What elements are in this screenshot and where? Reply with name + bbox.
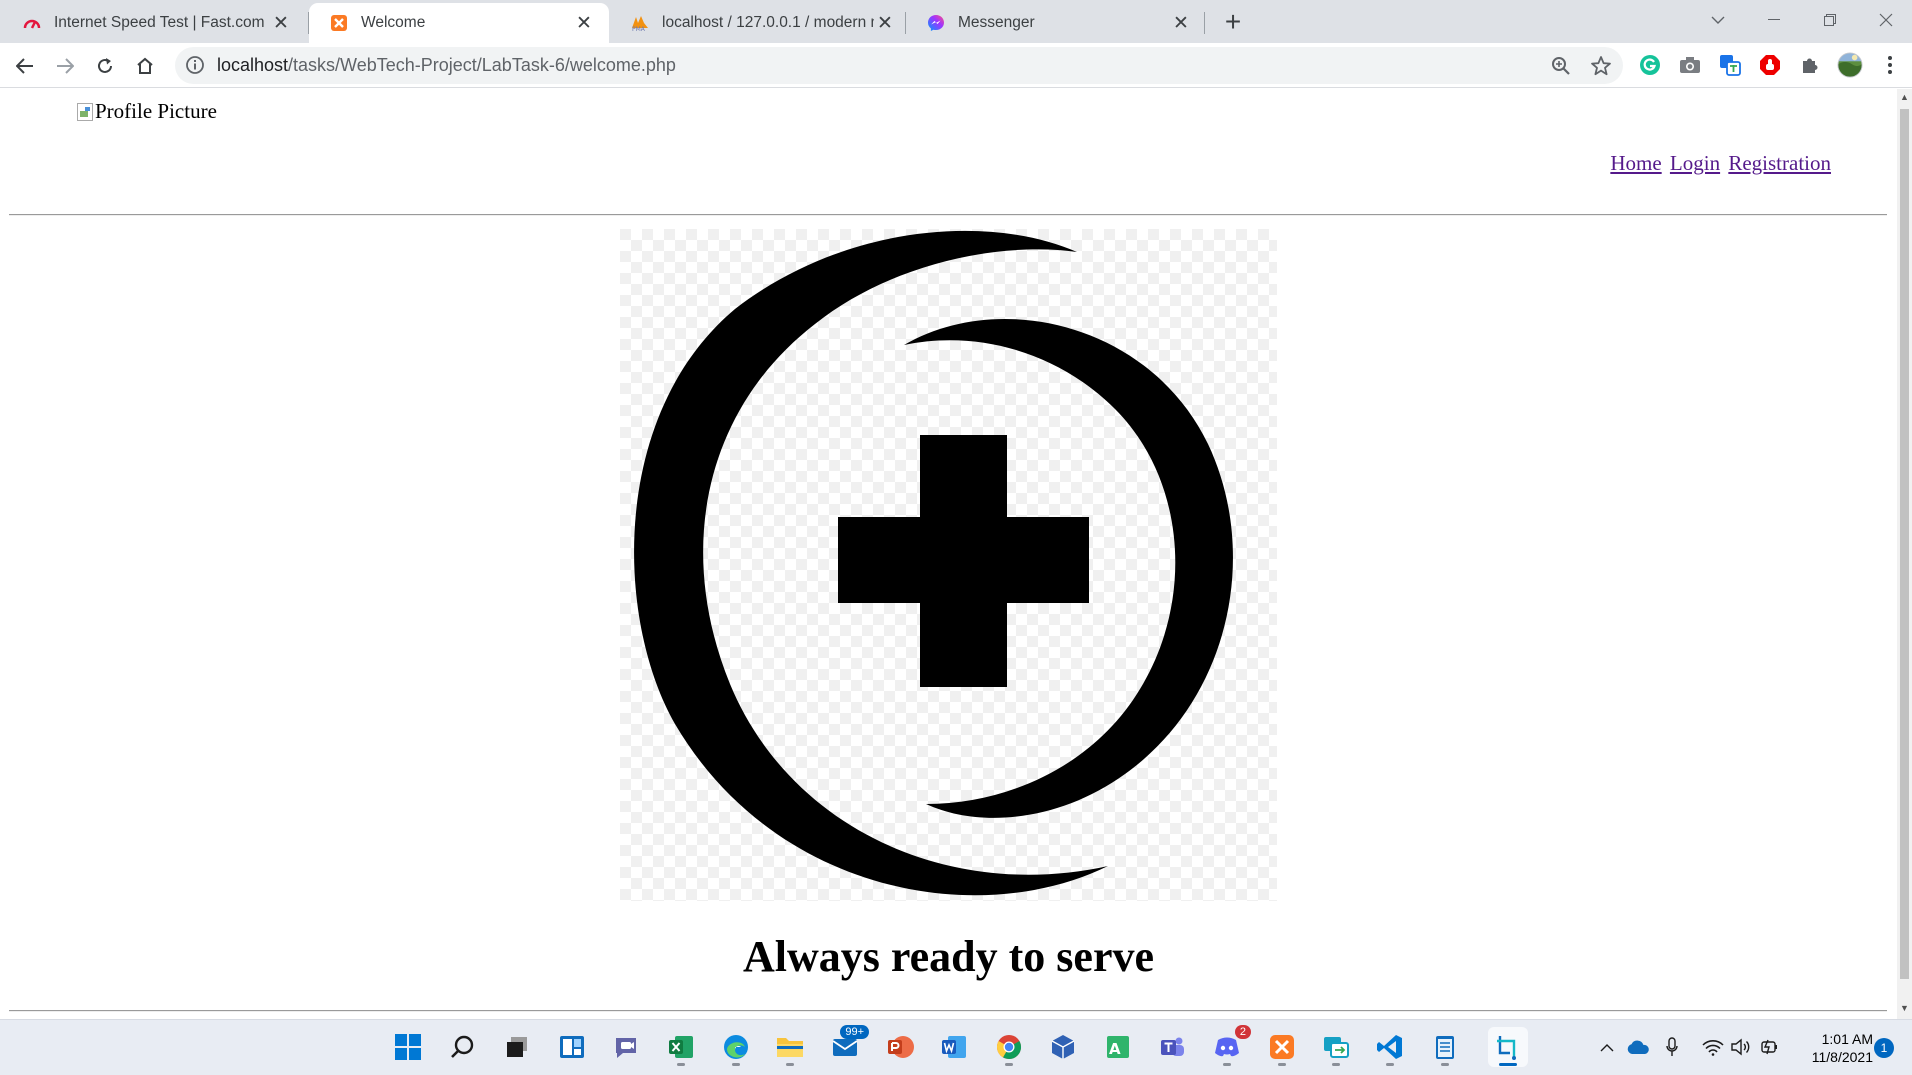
running-indicator	[677, 1063, 685, 1066]
start-windows-icon[interactable]	[388, 1027, 428, 1067]
xampp-icon[interactable]	[1262, 1027, 1302, 1067]
mail-icon[interactable]: 99+	[825, 1025, 869, 1067]
notification-badge[interactable]: 1	[1874, 1038, 1894, 1058]
wifi-icon[interactable]	[1700, 1034, 1726, 1060]
tab-strip: Internet Speed Test | Fast.com ✕ Welcome…	[0, 0, 1912, 43]
search-icon[interactable]	[443, 1027, 483, 1067]
header-divider	[9, 214, 1887, 216]
restore-icon[interactable]	[1802, 4, 1858, 36]
widgets-icon[interactable]	[552, 1027, 592, 1067]
nav-home-link[interactable]: Home	[1610, 151, 1661, 175]
grammarly-icon[interactable]	[1637, 52, 1663, 78]
top-nav: Home Login Registration	[1607, 151, 1831, 176]
footer-divider	[9, 1010, 1887, 1012]
close-icon[interactable]: ✕	[270, 12, 292, 34]
scroll-up-icon[interactable]: ▲	[1900, 93, 1909, 102]
svg-text:A: A	[1109, 1040, 1121, 1058]
edge-icon[interactable]	[716, 1027, 756, 1067]
task-view-icon[interactable]	[497, 1027, 537, 1067]
tab-separator	[1204, 12, 1205, 34]
camera-icon[interactable]	[1677, 52, 1703, 78]
teams-chat-icon[interactable]	[606, 1027, 646, 1067]
android-studio-icon[interactable]: A	[1098, 1027, 1138, 1067]
scroll-down-icon[interactable]: ▼	[1900, 1004, 1909, 1013]
screen-sharing-icon[interactable]	[1316, 1027, 1356, 1067]
browser-toolbar: localhost/tasks/WebTech-Project/LabTask-…	[0, 43, 1912, 88]
running-indicator	[1223, 1063, 1231, 1066]
page-viewport: Profile Picture Home Login Registration	[0, 89, 1897, 1019]
virtualbox-icon[interactable]	[1043, 1027, 1083, 1067]
forward-icon[interactable]	[48, 49, 82, 83]
discord-icon[interactable]: 2	[1207, 1025, 1251, 1067]
volume-icon[interactable]	[1728, 1034, 1754, 1060]
running-indicator	[1332, 1063, 1340, 1066]
show-hidden-icons[interactable]	[1594, 1034, 1620, 1060]
minimize-icon[interactable]	[1746, 4, 1802, 36]
mail-badge: 99+	[840, 1025, 869, 1039]
page-scrollbar[interactable]: ▲ ▼	[1897, 89, 1912, 1019]
back-icon[interactable]	[8, 49, 42, 83]
address-bar[interactable]: localhost/tasks/WebTech-Project/LabTask-…	[175, 47, 1623, 84]
zoom-icon[interactable]	[1550, 55, 1572, 77]
running-indicator	[732, 1063, 740, 1066]
chrome-icon[interactable]	[989, 1027, 1029, 1067]
close-icon[interactable]: ✕	[1170, 12, 1192, 34]
discord-badge: 2	[1234, 1025, 1251, 1039]
tab-phpmyadmin[interactable]: PMA localhost / 127.0.0.1 / modern m ✕	[610, 3, 910, 43]
microphone-icon[interactable]	[1660, 1034, 1684, 1060]
active-indicator	[1499, 1063, 1517, 1066]
bookmark-star-icon[interactable]	[1590, 55, 1612, 77]
snipping-tool-icon[interactable]	[1488, 1027, 1528, 1067]
cross-horizontal-shape	[838, 517, 1089, 603]
tab-welcome[interactable]: Welcome ✕	[309, 3, 609, 43]
teams-icon[interactable]	[1152, 1027, 1192, 1067]
nav-login-link[interactable]: Login	[1670, 151, 1720, 175]
messenger-icon	[926, 13, 946, 33]
translate-icon[interactable]	[1717, 52, 1743, 78]
close-icon[interactable]: ✕	[573, 12, 595, 34]
fast-icon	[22, 13, 42, 33]
scrollbar-thumb[interactable]	[1900, 109, 1909, 979]
nav-registration-link[interactable]: Registration	[1728, 151, 1831, 175]
file-explorer-icon[interactable]	[770, 1027, 810, 1067]
profile-avatar-icon[interactable]	[1837, 52, 1863, 78]
phpmyadmin-icon: PMA	[630, 13, 650, 33]
excel-icon[interactable]	[661, 1027, 701, 1067]
url-text: localhost/tasks/WebTech-Project/LabTask-…	[217, 55, 676, 75]
profile-picture: Profile Picture	[77, 99, 217, 124]
new-tab-icon[interactable]: +	[1218, 6, 1248, 37]
running-indicator	[1278, 1063, 1286, 1066]
running-indicator	[1441, 1063, 1449, 1066]
date-text: 11/8/2021	[1811, 1049, 1873, 1065]
tab-messenger[interactable]: Messenger ✕	[906, 3, 1206, 43]
tab-fast[interactable]: Internet Speed Test | Fast.com ✕	[2, 3, 306, 43]
battery-icon[interactable]	[1756, 1034, 1782, 1060]
broken-image-icon	[77, 102, 93, 121]
close-icon[interactable]: ✕	[874, 12, 896, 34]
reload-icon[interactable]	[88, 49, 122, 83]
taskbar: 99+ A 2 1:01 AM 11/8/2021 1	[0, 1019, 1912, 1075]
home-icon[interactable]	[128, 49, 162, 83]
adblock-icon[interactable]	[1757, 52, 1783, 78]
onedrive-icon[interactable]	[1624, 1034, 1652, 1060]
menu-more-icon[interactable]	[1877, 52, 1903, 78]
word-icon[interactable]	[934, 1027, 974, 1067]
powerpoint-icon[interactable]	[880, 1027, 920, 1067]
running-indicator	[1386, 1063, 1394, 1066]
tab-search-icon[interactable]	[1690, 4, 1746, 36]
time-text: 1:01 AM	[1821, 1031, 1873, 1047]
extensions-puzzle-icon[interactable]	[1797, 52, 1823, 78]
vscode-icon[interactable]	[1370, 1027, 1410, 1067]
running-indicator	[1005, 1063, 1013, 1066]
xampp-icon	[329, 13, 349, 33]
running-indicator	[786, 1063, 794, 1066]
site-info-icon[interactable]	[185, 55, 205, 75]
notepad-icon[interactable]	[1425, 1027, 1465, 1067]
tagline-heading: Always ready to serve	[743, 932, 1154, 981]
logo	[620, 229, 1277, 901]
close-window-icon[interactable]	[1858, 4, 1912, 36]
svg-text:PMA: PMA	[632, 26, 646, 32]
clock[interactable]: 1:01 AM 11/8/2021	[1793, 1030, 1873, 1066]
